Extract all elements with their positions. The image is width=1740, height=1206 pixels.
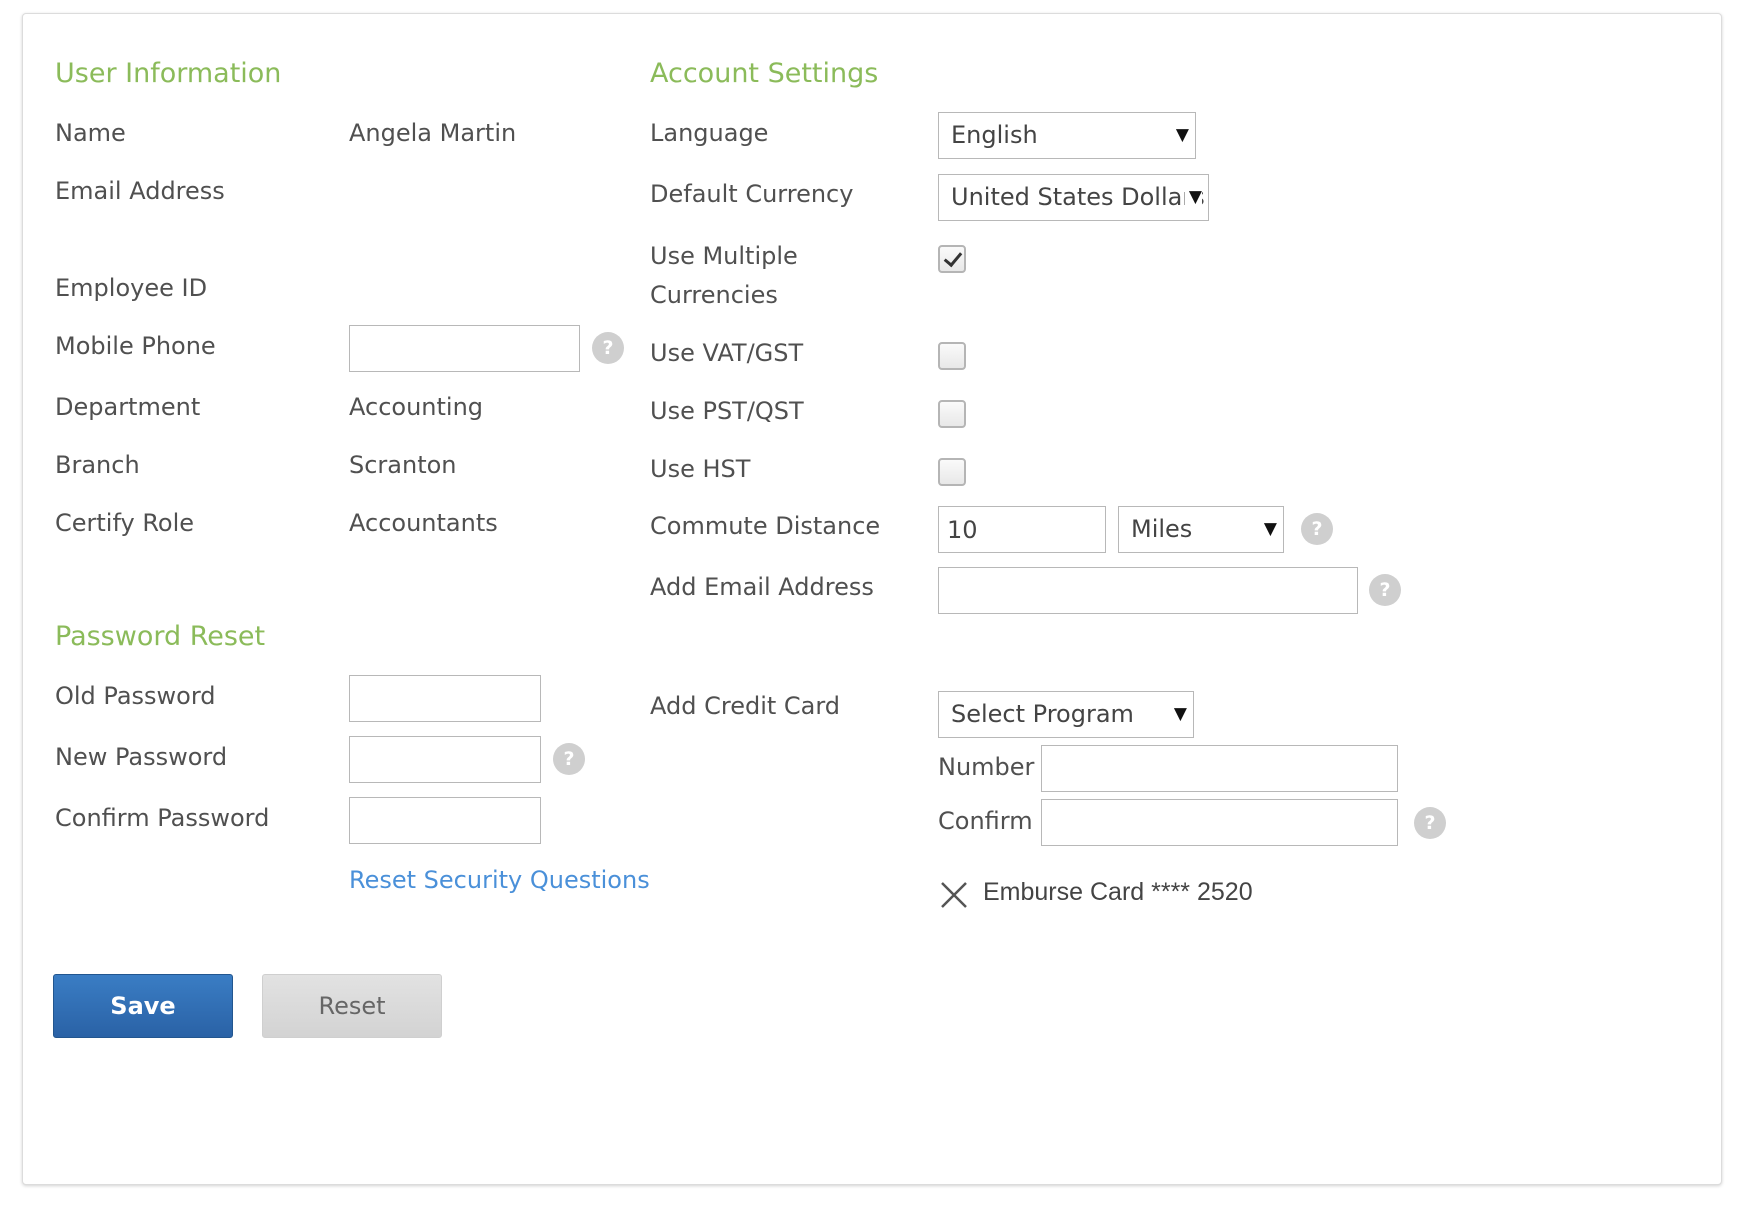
reset-security-questions-link[interactable]: Reset Security Questions — [349, 866, 650, 894]
new-password-input[interactable] — [349, 736, 541, 783]
add-email-address-input[interactable] — [938, 567, 1358, 614]
certify-role-label: Certify Role — [55, 509, 195, 537]
card-confirm-input[interactable] — [1041, 799, 1398, 846]
language-selected-value: English — [951, 121, 1038, 149]
language-label: Language — [650, 119, 769, 147]
save-button[interactable]: Save — [53, 974, 233, 1038]
default-currency-label: Default Currency — [650, 180, 854, 208]
commute-unit-select[interactable]: Miles ▼ — [1118, 506, 1284, 553]
emburse-card-entry: Emburse Card **** 2520 — [983, 878, 1253, 906]
user-information-heading: User Information — [55, 58, 282, 89]
name-label: Name — [55, 119, 126, 147]
commute-distance-help-icon[interactable]: ? — [1301, 513, 1333, 545]
vat-gst-label: Use VAT/GST — [650, 339, 804, 367]
card-number-input[interactable] — [1041, 745, 1398, 792]
password-reset-heading: Password Reset — [55, 621, 266, 652]
multiple-currencies-label-line1: Use Multiple — [650, 242, 798, 270]
confirm-password-label: Confirm Password — [55, 804, 270, 832]
select-program-select[interactable]: Select Program ▼ — [938, 691, 1194, 738]
card-confirm-help-icon[interactable]: ? — [1414, 807, 1446, 839]
commute-distance-label: Commute Distance — [650, 512, 881, 540]
add-credit-card-label: Add Credit Card — [650, 692, 841, 720]
mobile-phone-label: Mobile Phone — [55, 332, 216, 360]
language-select[interactable]: English ▼ — [938, 112, 1196, 159]
chevron-down-icon: ▼ — [1171, 113, 1189, 158]
new-password-label: New Password — [55, 743, 228, 771]
reset-button[interactable]: Reset — [262, 974, 442, 1038]
name-value: Angela Martin — [349, 119, 517, 147]
department-label: Department — [55, 393, 201, 421]
multiple-currencies-label-line2: Currencies — [650, 281, 778, 309]
employee-id-label: Employee ID — [55, 274, 208, 302]
add-email-help-icon[interactable]: ? — [1369, 574, 1401, 606]
mobile-phone-help-icon[interactable]: ? — [592, 332, 624, 364]
add-email-address-label: Add Email Address — [650, 573, 874, 601]
chevron-down-icon: ▼ — [1169, 692, 1187, 737]
department-value: Accounting — [349, 393, 484, 421]
pst-qst-checkbox[interactable] — [938, 400, 966, 428]
new-password-help-icon[interactable]: ? — [553, 743, 585, 775]
mobile-phone-input[interactable] — [349, 325, 580, 372]
commute-distance-input[interactable] — [938, 506, 1106, 553]
program-selected-value: Select Program — [951, 700, 1134, 728]
certify-role-value: Accountants — [349, 509, 498, 537]
multiple-currencies-checkbox[interactable] — [938, 245, 966, 273]
chevron-down-icon: ▼ — [1184, 175, 1202, 220]
old-password-input[interactable] — [349, 675, 541, 722]
branch-value: Scranton — [349, 451, 457, 479]
chevron-down-icon: ▼ — [1259, 507, 1277, 552]
hst-checkbox[interactable] — [938, 458, 966, 486]
settings-card: User Information Name Angela Martin Emai… — [22, 13, 1722, 1185]
hst-label: Use HST — [650, 455, 751, 483]
commute-unit-selected-value: Miles — [1131, 515, 1193, 543]
pst-qst-label: Use PST/QST — [650, 397, 804, 425]
old-password-label: Old Password — [55, 682, 216, 710]
remove-card-close-icon[interactable] — [939, 880, 969, 910]
default-currency-select[interactable]: United States Dollars ▼ — [938, 174, 1209, 221]
currency-selected-value: United States Dollars — [951, 183, 1205, 211]
email-address-label: Email Address — [55, 177, 225, 205]
card-confirm-label: Confirm — [938, 807, 1033, 835]
confirm-password-input[interactable] — [349, 797, 541, 844]
card-number-label: Number — [938, 753, 1035, 781]
branch-label: Branch — [55, 451, 140, 479]
vat-gst-checkbox[interactable] — [938, 342, 966, 370]
account-settings-heading: Account Settings — [650, 58, 879, 89]
